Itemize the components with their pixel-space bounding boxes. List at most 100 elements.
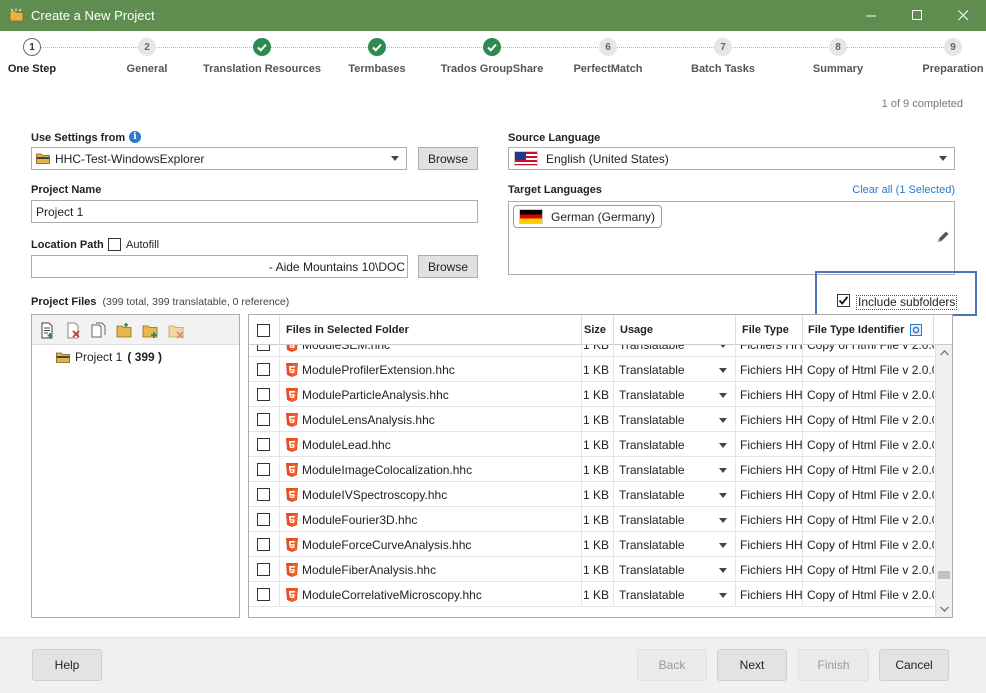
step-7[interactable]: 7 Batch Tasks bbox=[663, 38, 783, 75]
table-row[interactable]: ModuleFiberAnalysis.hhc 1 KB Translatable F… bbox=[249, 557, 934, 582]
scroll-up-icon[interactable] bbox=[940, 350, 949, 356]
usage-dropdown[interactable]: Translatable bbox=[614, 582, 736, 607]
usage-dropdown[interactable]: Translatable bbox=[614, 382, 736, 407]
table-row[interactable]: ModuleCorrelativeMicroscopy.hhc 1 KB Trans… bbox=[249, 582, 934, 607]
usage-dropdown[interactable]: Translatable bbox=[614, 407, 736, 432]
row-checkbox[interactable] bbox=[257, 488, 270, 501]
step-9[interactable]: 9 Preparation bbox=[893, 38, 986, 75]
usage-dropdown[interactable]: Translatable bbox=[614, 432, 736, 457]
table-row[interactable]: ModuleImageColocalization.hhc 1 KB Transla… bbox=[249, 457, 934, 482]
source-language-label: Source Language bbox=[508, 132, 601, 144]
row-checkbox[interactable] bbox=[257, 538, 270, 551]
row-checkbox[interactable] bbox=[257, 413, 270, 426]
project-name-input[interactable]: Project 1 bbox=[31, 200, 478, 223]
usage-dropdown[interactable]: Translatable bbox=[614, 507, 736, 532]
table-row[interactable]: ModuleProfilerExtension.hhc 1 KB Translata… bbox=[249, 357, 934, 382]
table-row[interactable]: ModuleFourier3D.hhc 1 KB Translatable Fichi… bbox=[249, 507, 934, 532]
maximize-button[interactable] bbox=[894, 0, 940, 31]
step-1[interactable]: 1 One Step bbox=[0, 38, 92, 75]
usage-dropdown[interactable]: Translatable bbox=[614, 345, 736, 357]
cancel-button[interactable]: Cancel bbox=[879, 649, 949, 681]
remove-files-icon[interactable] bbox=[65, 322, 82, 339]
chevron-down-icon bbox=[719, 418, 727, 423]
column-header-files[interactable]: Files in Selected Folder bbox=[280, 315, 582, 345]
copy-files-icon[interactable] bbox=[90, 322, 107, 339]
minimize-button[interactable] bbox=[848, 0, 894, 31]
column-header-usage[interactable]: Usage bbox=[614, 315, 736, 345]
add-folder-icon[interactable] bbox=[142, 322, 159, 339]
row-checkbox[interactable] bbox=[257, 463, 270, 476]
help-button[interactable]: Help bbox=[32, 649, 102, 681]
remove-folder-icon[interactable] bbox=[168, 322, 185, 339]
row-checkbox[interactable] bbox=[257, 388, 270, 401]
file-type-identifier: Copy of Html File v 2.0.0.0 bbox=[807, 412, 934, 427]
add-files-icon[interactable] bbox=[39, 322, 56, 339]
location-path-input[interactable]: - Aide Mountains 10\DOC bbox=[31, 255, 408, 278]
settings-gear-icon[interactable] bbox=[910, 324, 923, 336]
wizard-footer: Help Back Next Finish Cancel bbox=[0, 637, 986, 693]
file-size: 1 KB bbox=[582, 345, 614, 357]
table-row[interactable]: ModuleLensAnalysis.hhc 1 KB Translatable Fi… bbox=[249, 407, 934, 432]
table-row[interactable]: ModuleLead.hhc 1 KB Translatable Fichiers H… bbox=[249, 432, 934, 457]
include-subfolders-checkbox[interactable] bbox=[837, 294, 850, 307]
row-checkbox[interactable] bbox=[257, 513, 270, 526]
file-name-cell: ModuleLead.hhc bbox=[280, 432, 582, 457]
tree-item-project[interactable]: Project 1 ( 399 ) bbox=[56, 350, 162, 364]
grid-vertical-scrollbar[interactable] bbox=[935, 345, 952, 617]
step-number: 7 bbox=[714, 38, 732, 56]
file-type-identifier: Copy of Html File v 2.0.0.0 bbox=[807, 437, 934, 452]
html5-file-icon bbox=[286, 362, 298, 377]
step-8[interactable]: 8 Summary bbox=[778, 38, 898, 75]
column-header-file-type-identifier[interactable]: File Type Identifier bbox=[803, 315, 934, 345]
window-title: Create a New Project bbox=[31, 8, 155, 23]
table-row[interactable]: ModuleForceCurveAnalysis.hhc 1 KB Translat… bbox=[249, 532, 934, 557]
autofill-checkbox[interactable] bbox=[108, 238, 121, 251]
project-files-summary: (399 total, 399 translatable, 0 referenc… bbox=[102, 296, 290, 308]
row-checkbox[interactable] bbox=[257, 438, 270, 451]
step-2[interactable]: 2 General bbox=[87, 38, 207, 75]
target-language-chip[interactable]: German (Germany) bbox=[513, 205, 663, 228]
file-type: Fichiers HHC bbox=[736, 482, 803, 507]
row-checkbox[interactable] bbox=[257, 588, 270, 601]
usage-dropdown[interactable]: Translatable bbox=[614, 457, 736, 482]
pencil-edit-icon[interactable] bbox=[936, 230, 950, 244]
column-header-size[interactable]: Size bbox=[582, 315, 614, 345]
row-checkbox[interactable] bbox=[257, 563, 270, 576]
file-type: Fichiers HHC bbox=[736, 407, 803, 432]
clear-all-link[interactable]: Clear all (1 Selected) bbox=[852, 184, 955, 196]
back-button[interactable]: Back bbox=[637, 649, 707, 681]
file-name-cell: ModuleLensAnalysis.hhc bbox=[280, 407, 582, 432]
row-checkbox[interactable] bbox=[257, 363, 270, 376]
scrollbar-thumb[interactable] bbox=[938, 571, 950, 579]
usage-dropdown[interactable]: Translatable bbox=[614, 532, 736, 557]
finish-button[interactable]: Finish bbox=[798, 649, 869, 681]
usage-dropdown[interactable]: Translatable bbox=[614, 557, 736, 582]
file-type-identifier: Copy of Html File v 2.0.0.0 bbox=[807, 462, 934, 477]
open-folder-icon[interactable] bbox=[116, 322, 133, 339]
column-header-file-type[interactable]: File Type bbox=[736, 315, 803, 345]
scroll-down-icon[interactable] bbox=[940, 606, 949, 612]
select-all-checkbox[interactable] bbox=[257, 323, 270, 337]
usage-dropdown[interactable]: Translatable bbox=[614, 357, 736, 382]
settings-dropdown[interactable]: HHC-Test-WindowsExplorer bbox=[31, 147, 407, 170]
location-browse-button[interactable]: Browse bbox=[418, 255, 478, 278]
table-row[interactable]: ModuleIVSpectroscopy.hhc 1 KB Translatable… bbox=[249, 482, 934, 507]
step-4[interactable]: Termbases bbox=[317, 38, 437, 75]
source-language-dropdown[interactable]: English (United States) bbox=[508, 147, 955, 170]
target-languages-box[interactable]: German (Germany) bbox=[508, 201, 955, 275]
table-row[interactable]: ModuleSEM.hhc 1 KB Translatable Fichiers HH… bbox=[249, 345, 934, 357]
file-type: Fichiers HHC bbox=[736, 345, 803, 357]
step-6[interactable]: 6 PerfectMatch bbox=[548, 38, 668, 75]
chevron-down-icon bbox=[719, 518, 727, 523]
settings-browse-button[interactable]: Browse bbox=[418, 147, 478, 170]
info-icon[interactable]: i bbox=[129, 131, 141, 143]
table-row[interactable]: ModuleParticleAnalysis.hhc 1 KB Translatab… bbox=[249, 382, 934, 407]
step-3[interactable]: Translation Resources bbox=[202, 38, 322, 75]
file-size: 1 KB bbox=[582, 532, 614, 557]
next-button[interactable]: Next bbox=[717, 649, 787, 681]
usage-dropdown[interactable]: Translatable bbox=[614, 482, 736, 507]
row-checkbox[interactable] bbox=[257, 345, 270, 351]
row-select-cell bbox=[249, 357, 280, 382]
step-5[interactable]: Trados GroupShare bbox=[432, 38, 552, 75]
close-button[interactable] bbox=[940, 0, 986, 31]
